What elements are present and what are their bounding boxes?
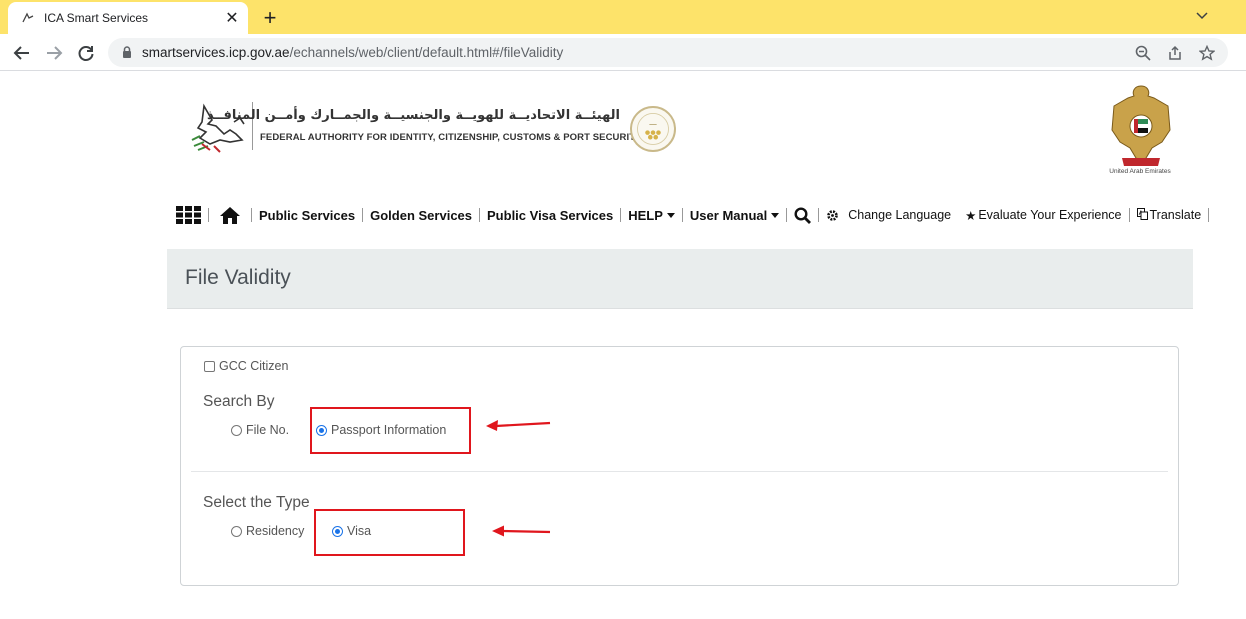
home-icon[interactable]	[219, 206, 241, 225]
gcc-citizen-label: GCC Citizen	[219, 359, 289, 373]
apps-grid-icon[interactable]	[176, 206, 201, 224]
type-residency-option[interactable]: Residency	[231, 524, 304, 538]
nav-user-manual-label: User Manual	[689, 207, 768, 223]
ica-arabic-name: الهيئــة الاتحاديــة للهويــة والجنسيــة…	[206, 108, 620, 123]
share-icon[interactable]	[1164, 42, 1186, 64]
nav-help-label: HELP	[628, 207, 663, 223]
nav-separator	[362, 208, 364, 222]
search-by-label: Search By	[203, 393, 275, 410]
reload-icon[interactable]	[74, 41, 98, 65]
nav-separator	[786, 208, 788, 222]
search-icon[interactable]	[794, 206, 812, 224]
gcc-citizen-checkbox[interactable]	[204, 360, 215, 372]
nav-separator	[251, 208, 252, 222]
nav-separator	[208, 208, 209, 222]
nav-help-dropdown[interactable]: HELP	[628, 208, 675, 223]
visa-highlight-box	[314, 509, 465, 556]
caret-down-icon	[771, 212, 780, 218]
lock-icon	[120, 46, 134, 60]
forward-arrow-icon[interactable]	[42, 41, 66, 65]
uae-emblem-icon	[1111, 85, 1171, 166]
nav-evaluate-label: Evaluate Your Experience	[978, 208, 1122, 222]
passport-highlight-box	[310, 407, 471, 454]
chevron-down-icon[interactable]	[1192, 6, 1212, 26]
caret-down-icon	[666, 212, 675, 218]
address-bar[interactable]: smartservices.icp.gov.ae/echannels/web/c…	[108, 38, 1228, 67]
bookmark-star-icon[interactable]	[1196, 42, 1218, 64]
nav-separator	[620, 208, 622, 222]
star-icon: ★	[965, 208, 977, 223]
residency-label: Residency	[246, 524, 305, 538]
search-by-file-no-option[interactable]: File No.	[231, 423, 289, 437]
url-text: smartservices.icp.gov.ae/echannels/web/c…	[142, 45, 564, 60]
nav-public-services[interactable]: Public Services	[259, 208, 355, 223]
section-divider	[191, 471, 1168, 472]
back-arrow-icon[interactable]	[10, 41, 34, 65]
seal-emblem-icon	[630, 106, 676, 152]
ica-logo[interactable]: الهيئــة الاتحاديــة للهويــة والجنسيــة…	[190, 96, 680, 160]
red-arrow-icon	[486, 420, 551, 431]
uae-caption: United Arab Emirates	[1109, 168, 1171, 175]
type-residency-radio[interactable]	[231, 525, 242, 537]
nav-translate-label: Translate	[1149, 208, 1202, 222]
nav-separator	[818, 208, 820, 222]
ica-english-name: FEDERAL AUTHORITY FOR IDENTITY, CITIZENS…	[260, 132, 642, 143]
red-arrow-icon	[492, 525, 551, 537]
gcc-citizen-option[interactable]: GCC Citizen	[204, 359, 288, 373]
page-title: File Validity	[185, 266, 291, 289]
nav-separator	[479, 208, 481, 222]
translate-icon: A	[1136, 207, 1148, 223]
nav-evaluate-experience[interactable]: ★ Evaluate Your Experience	[965, 208, 1121, 223]
nav-change-language[interactable]: Change Language	[848, 208, 951, 222]
select-type-label: Select the Type	[203, 494, 310, 511]
nav-translate[interactable]: A Translate	[1136, 207, 1202, 223]
tab-title: ICA Smart Services	[44, 11, 149, 25]
browser-tab-strip: ICA Smart Services ✕ +	[0, 0, 1246, 34]
main-navigation: Public Services Golden Services Public V…	[176, 204, 1216, 226]
search-by-file-no-radio[interactable]	[231, 424, 242, 436]
page-title-band: File Validity	[167, 249, 1193, 309]
nav-golden-services[interactable]: Golden Services	[370, 208, 472, 223]
browser-tab[interactable]: ICA Smart Services ✕	[8, 2, 248, 34]
gear-icon[interactable]	[826, 209, 839, 222]
close-icon[interactable]: ✕	[222, 8, 242, 28]
nav-public-visa-services[interactable]: Public Visa Services	[487, 208, 613, 223]
new-tab-plus-icon[interactable]: +	[258, 5, 282, 30]
nav-separator	[1208, 208, 1210, 222]
browser-toolbar: smartservices.icp.gov.ae/echannels/web/c…	[0, 34, 1246, 71]
file-no-label: File No.	[246, 423, 290, 437]
nav-user-manual-dropdown[interactable]: User Manual	[689, 207, 780, 223]
nav-separator	[681, 208, 683, 222]
zoom-icon[interactable]	[1132, 42, 1154, 64]
nav-separator	[1128, 208, 1130, 222]
ica-favicon-icon	[20, 10, 36, 26]
